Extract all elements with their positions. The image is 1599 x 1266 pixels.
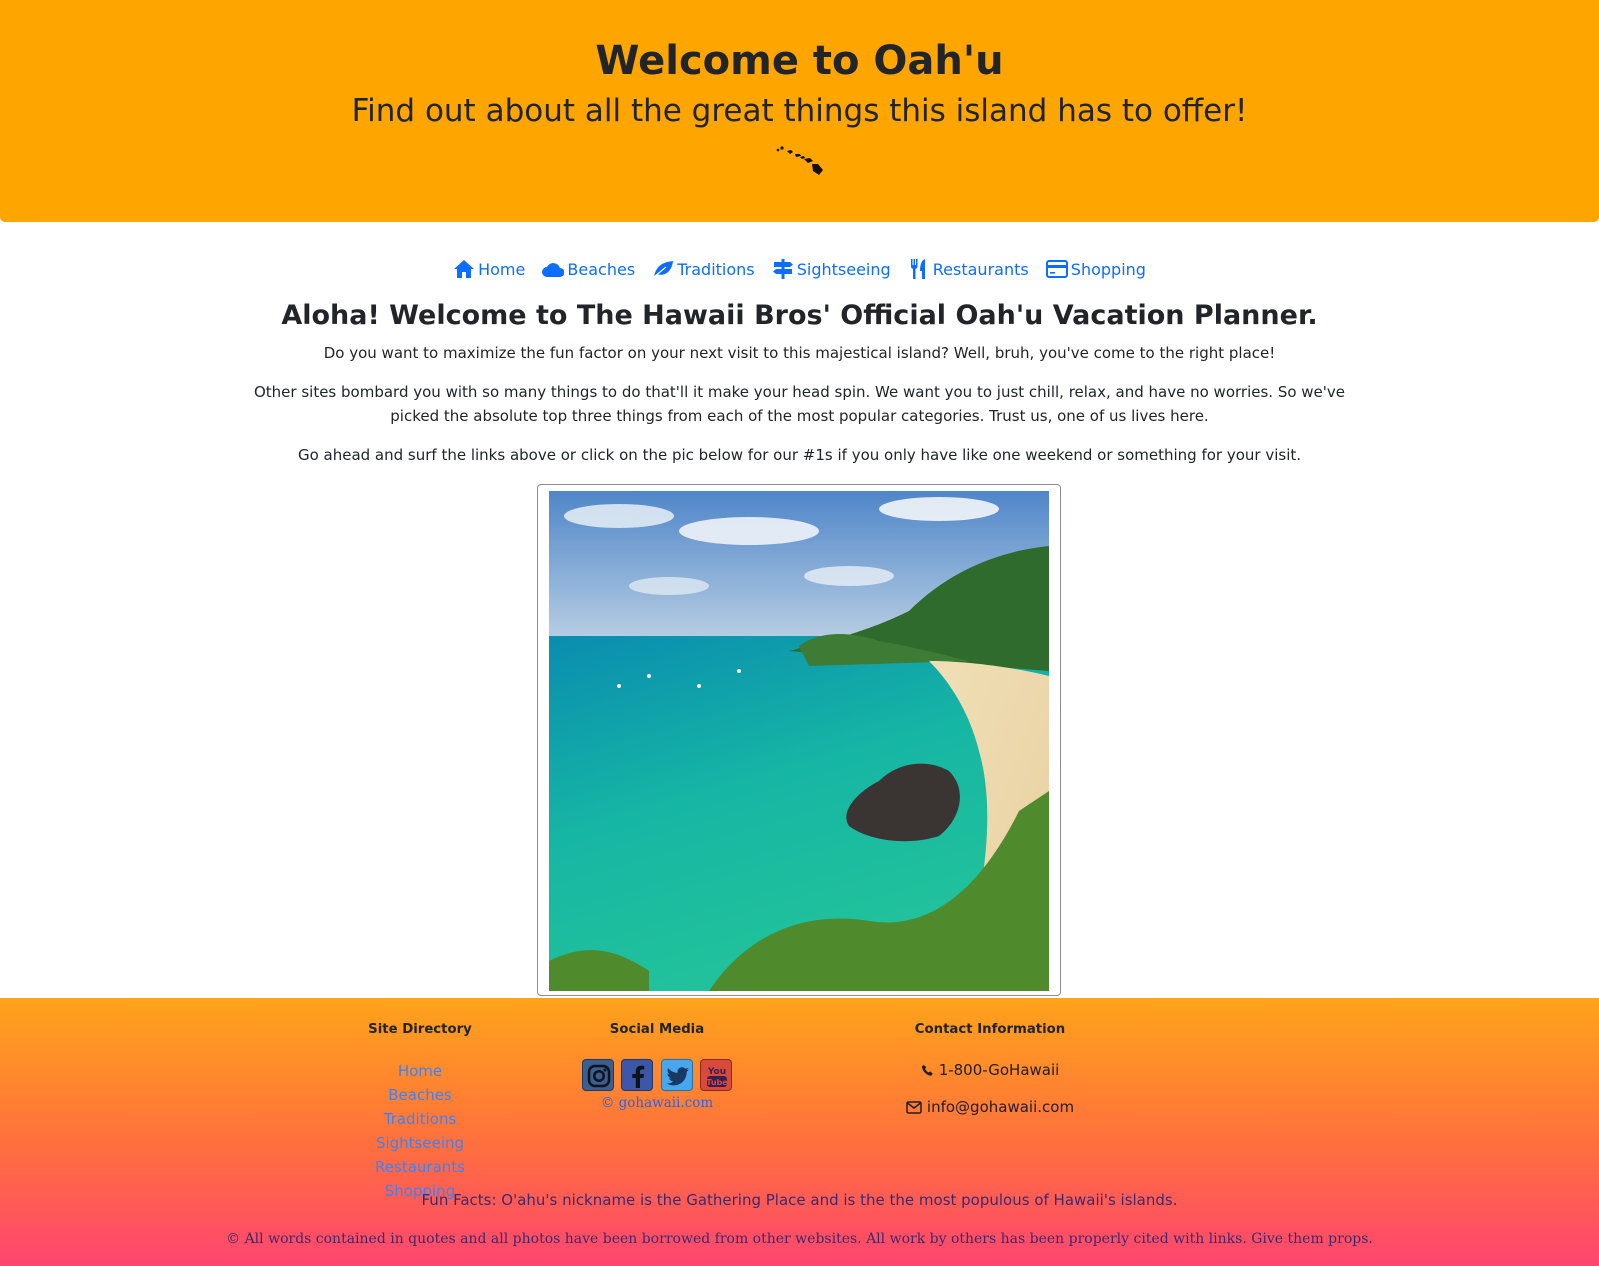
page-title: Welcome to Oah'u: [595, 38, 1004, 84]
nav-label: Sightseeing: [796, 260, 891, 279]
credits-notice: © All words contained in quotes and all …: [226, 1231, 1373, 1247]
intro-paragraph: Do you want to maximize the fun factor o…: [323, 344, 1276, 362]
svg-text:Tube: Tube: [706, 1078, 728, 1087]
about-paragraph: Other sites bombard you with so many thi…: [253, 383, 1346, 425]
nav-sightseeing[interactable]: Sightseeing: [772, 259, 896, 279]
beach-bay-photo: [549, 491, 1049, 991]
nav-label: Traditions: [677, 260, 755, 279]
nav-home[interactable]: Home: [453, 260, 530, 279]
nav-label: Beaches: [567, 260, 636, 279]
social-copyright: © gohawaii.com: [600, 1095, 714, 1112]
contact-email: info@gohawaii.com: [880, 1096, 1100, 1118]
nav-label: Home: [478, 260, 526, 279]
cloud-icon: [542, 263, 565, 277]
home-icon: [454, 260, 475, 278]
nav-label: Restaurants: [932, 260, 1029, 279]
contact-information: Contact Information 1-800-GoHawaii info@…: [880, 1000, 1100, 1118]
social-media-heading: Social Media: [609, 1022, 705, 1038]
social-icons: You Tube: [572, 1059, 742, 1095]
facebook-icon[interactable]: [621, 1059, 654, 1092]
directory-link-traditions[interactable]: Traditions: [340, 1107, 500, 1131]
credit-card-icon: [1045, 260, 1068, 278]
site-directory-heading: Site Directory: [368, 1022, 472, 1038]
youtube-icon[interactable]: You Tube: [699, 1059, 732, 1092]
nav-shopping[interactable]: Shopping: [1045, 260, 1146, 279]
cta-paragraph: Go ahead and surf the links above or cli…: [297, 446, 1302, 464]
hero-banner: Welcome to Oah'u Find out about all the …: [0, 0, 1599, 222]
directory-link-restaurants[interactable]: Restaurants: [340, 1155, 500, 1179]
hawaii-islands-icon: [776, 146, 823, 175]
site-footer: [0, 998, 1599, 1266]
welcome-heading: Aloha! Welcome to The Hawaii Bros' Offic…: [281, 300, 1318, 331]
phone-icon: [921, 1065, 933, 1077]
directory-links: Home Beaches Traditions Sightseeing Rest…: [340, 1059, 500, 1203]
nav-restaurants[interactable]: Restaurants: [908, 259, 1034, 279]
directory-link-beaches[interactable]: Beaches: [340, 1083, 500, 1107]
social-media: Social Media You Tube © gohawaii.com: [572, 1000, 742, 1111]
phone-text: 1-800-GoHawaii: [938, 1061, 1060, 1080]
contact-phone: 1-800-GoHawaii: [880, 1059, 1100, 1081]
fun-fact: Fun Facts: O'ahu's nickname is the Gathe…: [421, 1191, 1178, 1209]
nav-traditions[interactable]: Traditions: [652, 260, 759, 279]
leaf-icon: [653, 261, 674, 278]
envelope-icon: [906, 1101, 922, 1115]
contact-heading: Contact Information: [914, 1022, 1066, 1038]
featured-photo-link[interactable]: [537, 484, 1061, 996]
nav-label: Shopping: [1070, 260, 1146, 279]
email-text: info@gohawaii.com: [926, 1098, 1075, 1117]
twitter-icon[interactable]: [660, 1059, 693, 1092]
site-directory: Site Directory Home Beaches Traditions S…: [340, 1000, 500, 1203]
utensils-icon: [910, 259, 925, 279]
directory-link-home[interactable]: Home: [340, 1059, 500, 1083]
main-nav: Home Beaches Traditions Sightseeing Rest…: [0, 258, 1599, 282]
nav-beaches[interactable]: Beaches: [542, 260, 640, 279]
page-subtitle: Find out about all the great things this…: [351, 93, 1248, 129]
directory-link-sightseeing[interactable]: Sightseeing: [340, 1131, 500, 1155]
signpost-icon: [772, 259, 793, 279]
svg-text:You: You: [707, 1067, 726, 1077]
instagram-icon[interactable]: [582, 1059, 615, 1092]
